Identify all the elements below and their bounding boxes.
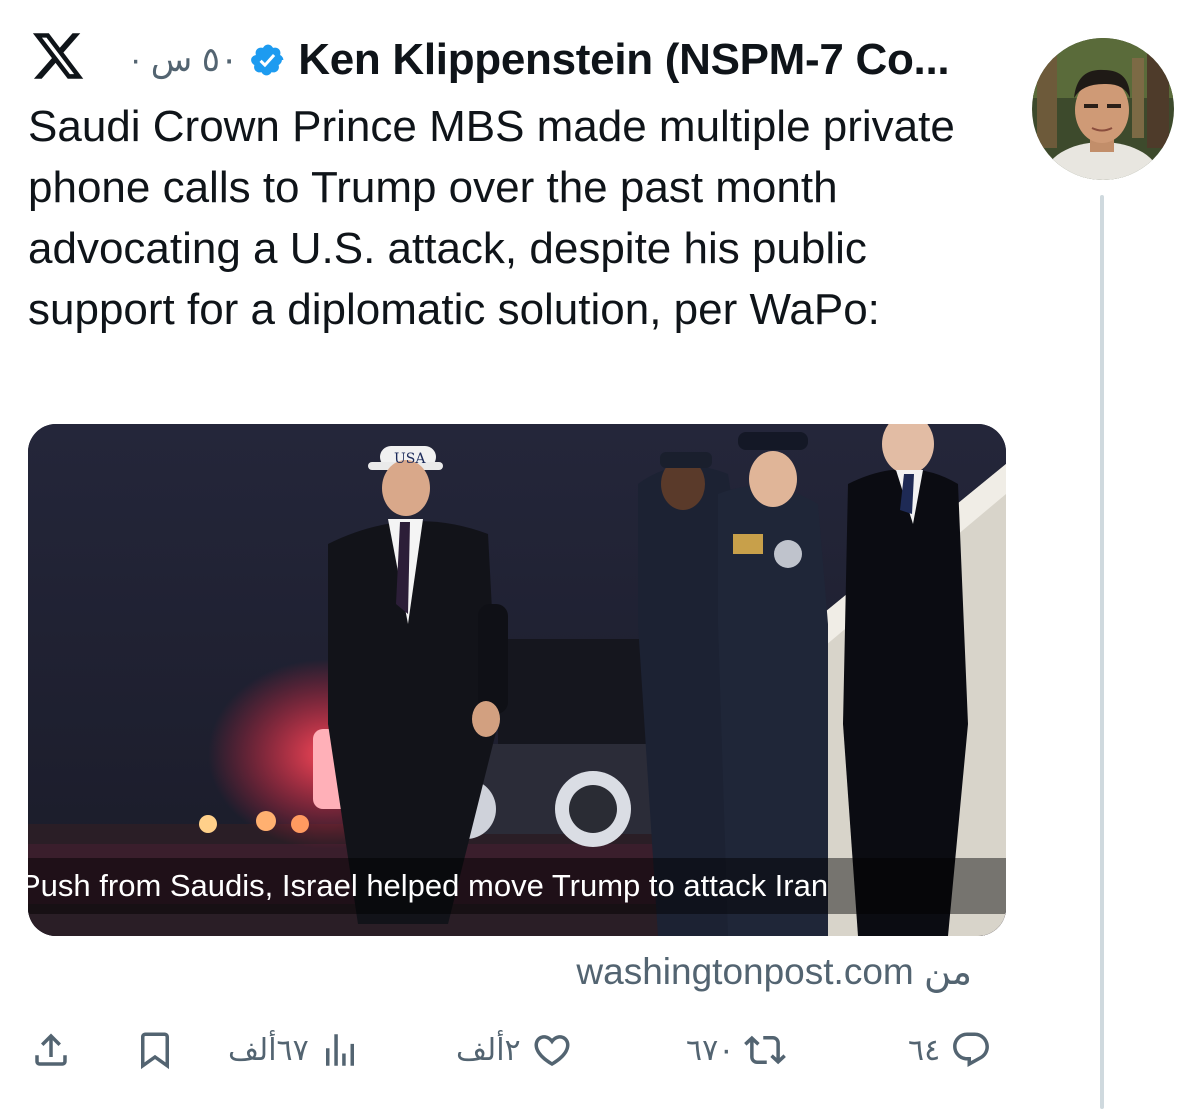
retweets-count: ٦٧٠ xyxy=(686,1033,735,1067)
author-name[interactable]: Ken Klippenstein (NSPM-7 Co... xyxy=(298,35,949,85)
views-icon xyxy=(325,1034,354,1066)
avatar[interactable] xyxy=(1032,38,1174,180)
like-button[interactable]: ٢ألف xyxy=(456,1018,573,1082)
reply-button[interactable]: ٦٤ xyxy=(908,1018,992,1082)
retweet-button[interactable]: ٦٧٠ xyxy=(686,1018,787,1082)
heart-icon xyxy=(534,1035,570,1067)
retweet-icon xyxy=(744,1035,787,1065)
verified-badge-icon xyxy=(251,44,284,76)
tweet-time[interactable]: ٥٠ س · xyxy=(130,40,238,80)
tweet-header: ٥٠ س · Ken Klippenstein (NSPM-7 Co... xyxy=(130,30,1010,90)
x-logo-icon[interactable] xyxy=(30,28,86,84)
action-bar: ٦٧ألف ٢ألف ٦٧٠ ٦٤ xyxy=(28,1018,1008,1082)
link-source[interactable]: من washingtonpost.com xyxy=(576,950,972,993)
likes-count: ٢ألف xyxy=(456,1033,521,1067)
thread-line xyxy=(1100,195,1104,1109)
reply-icon xyxy=(953,1032,990,1067)
views-button[interactable]: ٦٧ألف xyxy=(228,1018,361,1082)
replies-count: ٦٤ xyxy=(908,1033,941,1067)
bookmark-button[interactable] xyxy=(134,1018,176,1082)
bookmark-icon xyxy=(141,1032,169,1070)
share-button[interactable] xyxy=(30,1018,72,1082)
views-count: ٦٧ألف xyxy=(228,1033,309,1067)
link-card-headline[interactable]: Push from Saudis, Israel helped move Tru… xyxy=(28,858,1006,914)
share-icon xyxy=(35,1033,67,1066)
cap-lettering: USA xyxy=(394,451,426,467)
tweet-text: Saudi Crown Prince MBS made multiple pri… xyxy=(28,102,955,334)
